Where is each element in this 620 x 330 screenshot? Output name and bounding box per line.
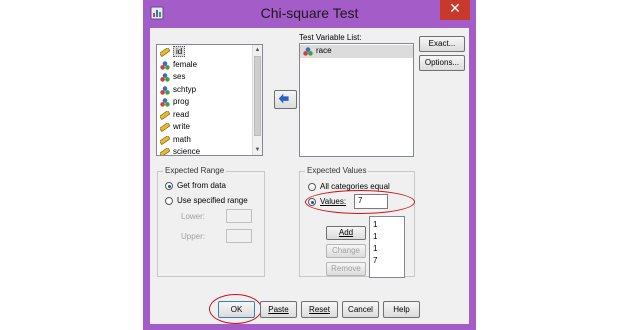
upper-label: Upper:	[181, 232, 206, 241]
variable-list-item[interactable]: ses	[157, 71, 262, 84]
variable-list-item[interactable]: prog	[157, 96, 262, 109]
variable-label: science	[173, 147, 201, 156]
nominal-variable-icon	[160, 98, 170, 107]
expected-range-title: Expected Range	[163, 166, 227, 175]
get-from-data-label[interactable]: Get from data	[177, 181, 226, 190]
use-specified-range-radio[interactable]	[165, 197, 173, 205]
expected-values-list[interactable]: 1117	[369, 216, 405, 278]
variable-list[interactable]: id female ses schtyp prog read write math scienc…	[156, 44, 263, 156]
variable-list-item[interactable]: math	[157, 134, 262, 147]
variable-label: read	[173, 109, 190, 119]
title-bar[interactable]: Chi-square Test ✕	[143, 0, 476, 26]
variable-list-item[interactable]: read	[157, 109, 262, 122]
expected-values-title: Expected Values	[305, 166, 369, 175]
remove-button[interactable]: Remove	[326, 262, 366, 276]
scale-variable-icon	[160, 48, 170, 57]
test-variable-label: race	[316, 46, 332, 55]
scale-variable-icon	[160, 123, 170, 132]
move-variable-button[interactable]	[274, 90, 297, 109]
lower-label: Lower:	[181, 212, 206, 221]
scale-variable-icon	[160, 135, 170, 145]
upper-input[interactable]	[226, 229, 252, 243]
window-title: Chi-square Test	[260, 5, 359, 21]
use-specified-range-label[interactable]: Use specified range	[177, 196, 248, 205]
exact-button[interactable]: Exact...	[419, 36, 465, 52]
variable-list-item[interactable]: science	[157, 146, 262, 156]
ok-annotation-circle	[209, 294, 262, 324]
nominal-variable-icon	[160, 60, 170, 70]
variable-label: id	[173, 46, 186, 57]
expected-value-item[interactable]: 1	[370, 243, 404, 255]
test-variable-list-label: Test Variable List:	[299, 33, 362, 42]
test-variable-list[interactable]: race	[299, 43, 414, 157]
variable-label: write	[173, 122, 190, 131]
variable-label: schtyp	[173, 84, 197, 94]
nominal-variable-icon	[160, 73, 170, 82]
expected-value-item[interactable]: 1	[370, 219, 404, 231]
variable-label: prog	[173, 97, 190, 106]
nominal-variable-icon	[160, 85, 170, 95]
variable-list-item[interactable]: id	[157, 46, 262, 59]
help-button[interactable]: Help	[383, 301, 420, 318]
variable-label: ses	[173, 72, 186, 81]
scroll-down-arrow-icon[interactable]: ▼	[253, 145, 262, 155]
change-button[interactable]: Change	[326, 244, 366, 258]
variable-label: math	[173, 134, 191, 144]
variable-list-item[interactable]: schtyp	[157, 84, 262, 97]
variable-list-item[interactable]: write	[157, 121, 262, 134]
all-categories-equal-radio[interactable]	[308, 183, 316, 191]
expected-value-item[interactable]: 7	[370, 255, 404, 267]
expected-value-item[interactable]: 1	[370, 231, 404, 243]
variable-list-scrollbar[interactable]: ▲ ▼	[252, 45, 262, 155]
add-button[interactable]: Add	[326, 226, 366, 240]
variable-label: female	[173, 59, 198, 69]
options-button[interactable]: Options...	[419, 55, 465, 71]
scrollbar-thumb[interactable]	[254, 56, 261, 136]
move-arrow-icon	[278, 93, 289, 104]
cancel-button[interactable]: Cancel	[342, 301, 379, 318]
scale-variable-icon	[160, 148, 170, 155]
nominal-variable-icon	[303, 47, 313, 56]
get-from-data-radio[interactable]	[165, 182, 173, 190]
scale-variable-icon	[160, 110, 170, 120]
lower-input[interactable]	[226, 209, 252, 223]
values-annotation-circle	[305, 190, 415, 214]
chi-square-dialog: Chi-square Test ✕ id female ses schtyp prog r…	[143, 0, 476, 330]
variable-list-item[interactable]: female	[157, 59, 262, 72]
dialog-body: id female ses schtyp prog read write math scienc…	[150, 28, 469, 324]
test-variable-item[interactable]: race	[300, 45, 413, 58]
scroll-up-arrow-icon[interactable]: ▲	[253, 45, 262, 55]
reset-button[interactable]: Reset	[301, 301, 338, 318]
close-button[interactable]: ✕	[440, 0, 470, 20]
paste-button[interactable]: Paste	[260, 301, 297, 318]
